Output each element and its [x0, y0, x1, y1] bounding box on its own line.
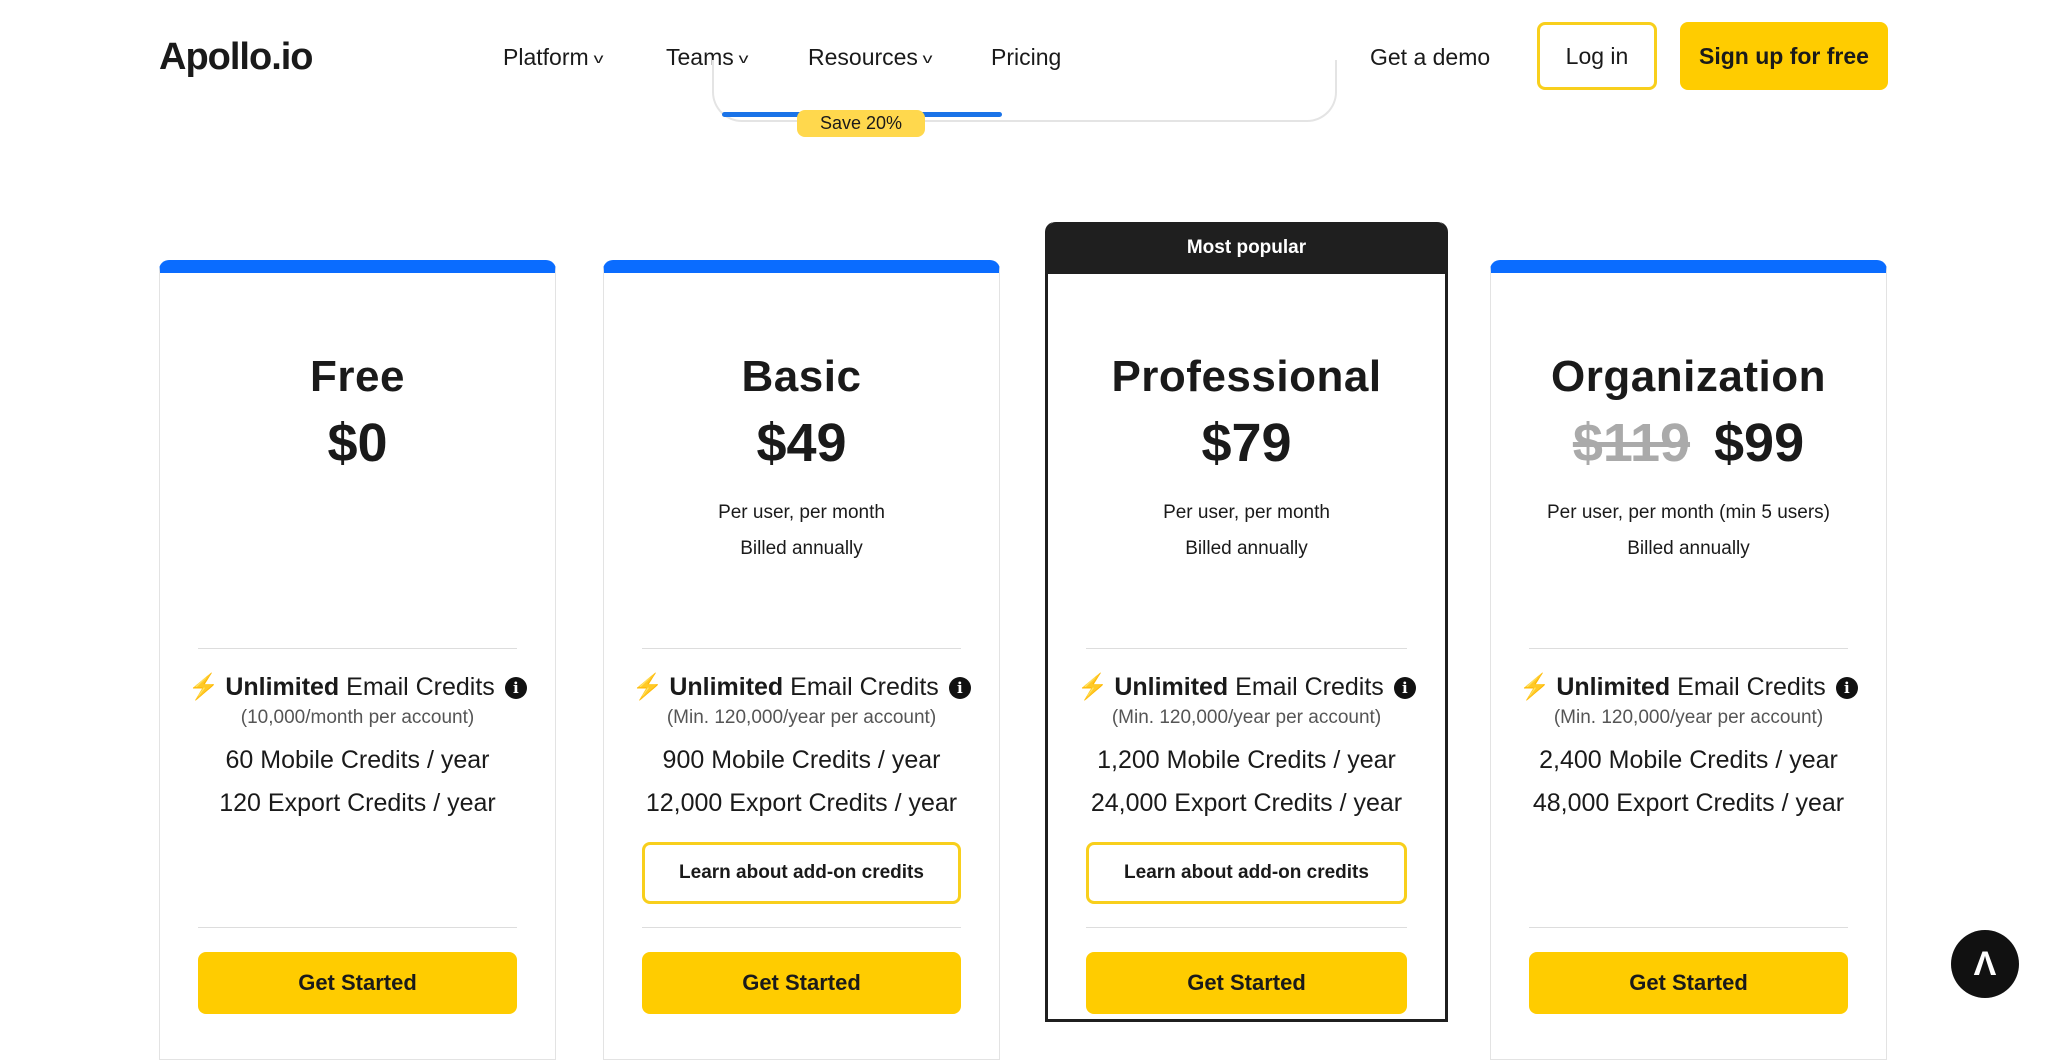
email-credits-bold: Unlimited [669, 673, 784, 701]
billing-note: Billed annually [740, 538, 863, 559]
divider [1529, 927, 1848, 928]
email-credits-label: Email Credits [339, 673, 495, 701]
export-credits: 48,000 Export Credits / year [1532, 789, 1845, 817]
get-demo-link[interactable]: Get a demo [1370, 44, 1490, 71]
info-icon[interactable]: i [948, 677, 971, 699]
divider [1086, 648, 1407, 649]
email-credits: ⚡ Unlimited Email Credits i [1491, 673, 1886, 702]
plan-name: Organization [1551, 352, 1826, 401]
divider [1086, 927, 1407, 928]
save-badge: Save 20% [797, 110, 925, 137]
email-credits-bold: Unlimited [1114, 673, 1229, 701]
email-credits-note: (10,000/month per account) [240, 707, 475, 728]
plan-price-row: $49 [604, 412, 999, 474]
plan-price-row: $0 [160, 412, 555, 474]
lightning-icon: ⚡ [188, 673, 220, 701]
divider [198, 648, 517, 649]
divider [642, 648, 961, 649]
divider [1529, 648, 1848, 649]
chat-widget-button[interactable]: Λ [1951, 930, 2019, 998]
export-credits: 120 Export Credits / year [219, 789, 496, 817]
learn-addon-credits-button[interactable]: Learn about add-on credits [642, 842, 961, 904]
plan-card-free: Free $0 ⚡ Unlimited Email Credits i (10,000/m… [159, 260, 556, 1060]
export-credits: 12,000 Export Credits / year [645, 789, 958, 817]
mobile-credits: 1,200 Mobile Credits / year [1097, 746, 1396, 774]
lightning-icon: ⚡ [632, 673, 664, 701]
plan-card-basic: Basic $49 Per user, per month Billed annual… [603, 260, 1000, 1060]
plan-price: $99 [1714, 413, 1805, 473]
price-unit: Per user, per month (min 5 users) [1547, 502, 1830, 523]
price-unit: Per user, per month [1163, 502, 1330, 523]
plan-name: Basic [741, 352, 862, 401]
signup-button[interactable]: Sign up for free [1680, 22, 1888, 90]
info-icon[interactable]: i [1835, 677, 1858, 699]
mobile-credits: 2,400 Mobile Credits / year [1539, 746, 1838, 774]
plan-card-organization: Organization $119 $99 Per user, per month (… [1490, 260, 1887, 1060]
get-started-button[interactable]: Get Started [642, 952, 961, 1014]
logo[interactable]: Apollo.io [159, 36, 314, 79]
chevron-down-icon: v [593, 49, 604, 66]
nav-label: Platform [503, 44, 589, 70]
email-credits: ⚡ Unlimited Email Credits i [160, 673, 555, 702]
mobile-credits: 60 Mobile Credits / year [225, 746, 490, 774]
info-icon[interactable]: i [504, 677, 527, 699]
email-credits-label: Email Credits [1228, 673, 1384, 701]
get-started-button[interactable]: Get Started [198, 952, 517, 1014]
divider [198, 927, 517, 928]
plan-price: $49 [756, 413, 847, 473]
email-credits-label: Email Credits [1670, 673, 1826, 701]
old-price: $119 [1572, 413, 1691, 473]
plan-price-row: $79 [1048, 412, 1445, 474]
get-started-button[interactable]: Get Started [1086, 952, 1407, 1014]
most-popular-badge: Most popular [1048, 222, 1445, 274]
info-icon[interactable]: i [1393, 677, 1416, 699]
plan-card-professional: Most popular Professional $79 Per user, per… [1045, 222, 1448, 1022]
mobile-credits: 900 Mobile Credits / year [662, 746, 941, 774]
divider [642, 927, 961, 928]
login-button[interactable]: Log in [1537, 22, 1657, 90]
plan-price: $0 [327, 413, 388, 473]
plan-name: Professional [1111, 352, 1382, 401]
export-credits: 24,000 Export Credits / year [1090, 789, 1403, 817]
apollo-icon: Λ [1973, 944, 1997, 983]
email-credits-note: (Min. 120,000/year per account) [1111, 707, 1382, 728]
get-started-button[interactable]: Get Started [1529, 952, 1848, 1014]
lightning-icon: ⚡ [1519, 673, 1551, 701]
email-credits: ⚡ Unlimited Email Credits i [1048, 673, 1445, 702]
plan-price-row: $119 $99 [1491, 412, 1886, 474]
email-credits-label: Email Credits [783, 673, 939, 701]
learn-addon-credits-button[interactable]: Learn about add-on credits [1086, 842, 1407, 904]
billing-note: Billed annually [1627, 538, 1750, 559]
price-unit: Per user, per month [718, 502, 885, 523]
email-credits-bold: Unlimited [1556, 673, 1671, 701]
nav-platform[interactable]: Platform v [503, 44, 604, 71]
email-credits-note: (Min. 120,000/year per account) [666, 707, 937, 728]
email-credits-bold: Unlimited [225, 673, 340, 701]
lightning-icon: ⚡ [1077, 673, 1109, 701]
plan-name: Free [310, 352, 405, 401]
email-credits-note: (Min. 120,000/year per account) [1553, 707, 1824, 728]
billing-note: Billed annually [1185, 538, 1308, 559]
plan-price: $79 [1201, 413, 1292, 473]
email-credits: ⚡ Unlimited Email Credits i [604, 673, 999, 702]
